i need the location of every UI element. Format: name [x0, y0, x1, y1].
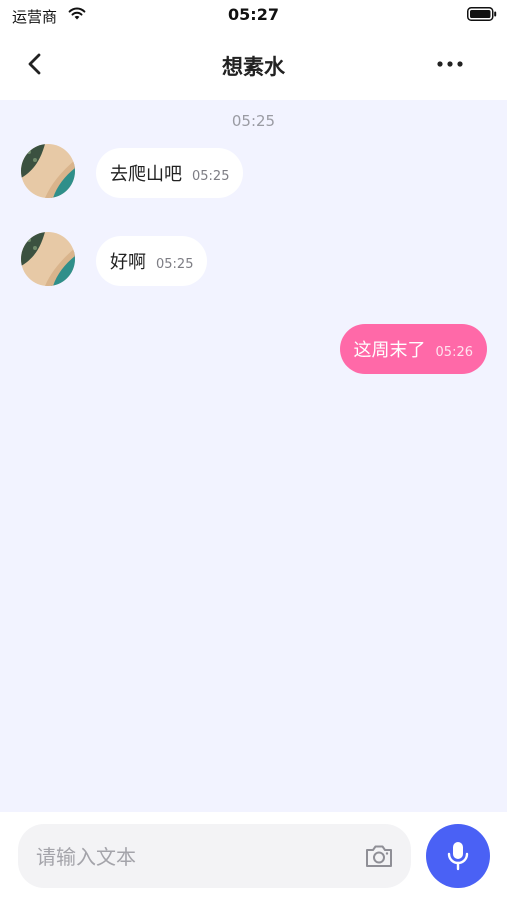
message-time: 05:26: [435, 344, 473, 360]
microphone-icon: [447, 842, 469, 871]
message-input[interactable]: [34, 836, 358, 878]
contact-avatar[interactable]: [21, 232, 75, 286]
camera-button[interactable]: [363, 840, 395, 872]
more-horizontal-icon: [437, 61, 463, 67]
message-input-container[interactable]: [18, 824, 411, 888]
status-time: 05:27: [228, 5, 279, 24]
time-separator: 05:25: [231, 112, 276, 130]
camera-icon: [366, 845, 392, 867]
message-text: 这周末了: [353, 340, 426, 361]
message-text: 好啊: [110, 252, 146, 273]
message-time: 05:25: [192, 168, 230, 184]
message-bubble[interactable]: 去爬山吧 05:25: [96, 148, 244, 198]
message-time: 05:25: [156, 256, 194, 272]
status-bar: 运营商 05:27: [0, 0, 507, 30]
message-bubble[interactable]: 好啊 05:25: [96, 236, 208, 286]
chat-title: 想素水: [222, 55, 285, 79]
composer-bar: [0, 812, 507, 900]
contact-avatar[interactable]: [21, 144, 75, 198]
message-bubble-outgoing[interactable]: 这周末了 05:26: [339, 324, 487, 374]
nav-bar: 想素水: [0, 30, 507, 100]
battery-icon: [467, 7, 497, 21]
voice-button[interactable]: [426, 824, 490, 888]
message-text: 去爬山吧: [110, 164, 182, 185]
more-button[interactable]: [435, 52, 465, 76]
chat-area[interactable]: 05:25 去爬山吧 05:25 好啊 05:25 这周末了 05:26: [0, 100, 507, 812]
